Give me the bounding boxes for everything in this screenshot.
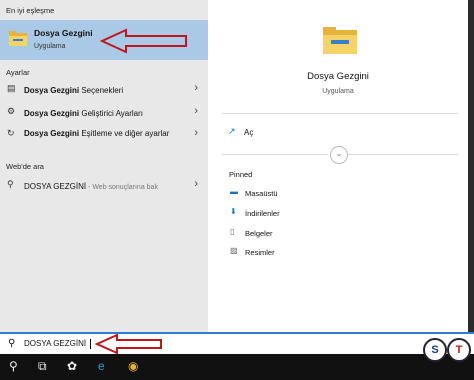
taskbar: ⚲ ⧉ ✿ e ◉ [0,354,474,380]
folder-icon [323,27,357,54]
web-search-query: DOSYA GEZGİNİ [24,182,87,191]
edge-browser-icon[interactable]: e [98,359,105,373]
open-icon: ↗ [228,126,236,136]
divider [348,154,458,155]
preview-app-subtitle: Uygulama [322,88,354,95]
divider [222,113,458,114]
search-icon: ⚲ [7,179,14,189]
search-icon: ⚲ [8,338,16,349]
chevron-right-icon: › [194,127,198,139]
app-icon[interactable]: ✿ [67,359,77,373]
settings-item-bold: Dosya Gezgini [24,86,80,95]
expand-button[interactable]: ⌄ [330,146,348,164]
pinned-item-desktop[interactable]: Masaüstü [245,189,278,198]
download-icon: ⬇ [230,207,237,216]
preview-panel: Dosya Gezgini Uygulama ↗ Aç ⌄ Pinned ▬ M… [208,0,468,332]
search-icon[interactable]: ⚲ [9,359,18,373]
sync-icon: ↻ [7,128,15,138]
pinned-heading: Pinned [229,170,253,179]
settings-item-bold: Dosya Gezgini [24,109,80,118]
search-bar[interactable]: ⚲ DOSYA GEZGİNİ [0,332,474,356]
web-search-item[interactable]: ⚲ DOSYA GEZGİNİ - Web sonuçlarına bak › [0,178,208,194]
settings-item-rest: Geliştirici Ayarları [79,109,143,118]
settings-item-bold: Dosya Gezgini [24,129,80,138]
pinned-item-documents[interactable]: Belgeler [245,229,273,238]
chrome-browser-icon[interactable]: ◉ [128,359,138,373]
search-input[interactable]: DOSYA GEZGİNİ [24,339,86,348]
logo-t-icon: T [447,338,471,362]
pinned-item-downloads[interactable]: İndirilenler [245,209,280,218]
settings-item-rest: Seçenekleri [79,86,124,95]
best-match-subtitle: Uygulama [34,43,66,50]
best-match-title: Dosya Gezgini [34,28,93,38]
web-search-heading: Web'de ara [6,162,44,171]
chevron-down-icon: ⌄ [335,149,343,158]
settings-item-rest: Eşitleme ve diğer ayarlar [79,129,170,138]
web-search-hint: - Web sonuçlarına bak [86,184,158,191]
open-action[interactable]: ↗ Aç [228,126,348,140]
settings-item-sync[interactable]: ↻ Dosya Gezgini Eşitleme ve diğer ayarla… [0,127,208,153]
document-settings-icon: ▤ [7,83,16,93]
text-cursor [90,339,91,349]
preview-app-title: Dosya Gezgini [307,71,369,82]
pictures-icon: ▨ [230,246,238,255]
settings-item-developer[interactable]: ⚙ Dosya Gezgini Geliştirici Ayarları › [0,105,208,121]
documents-icon: ▯ [230,227,235,236]
desktop-icon: ▬ [230,187,238,196]
annotation-arrow-icon [95,333,162,355]
annotation-arrow-icon [100,28,187,54]
chevron-right-icon: › [194,82,198,94]
pinned-item-pictures[interactable]: Resimler [245,248,275,257]
logo-s-icon: S [423,338,447,362]
chevron-right-icon: › [194,178,198,190]
folder-icon [9,31,27,46]
settings-heading: Ayarlar [6,68,30,77]
developer-settings-icon: ⚙ [7,106,16,116]
best-match-heading: En iyi eşleşme [6,6,55,15]
task-view-icon[interactable]: ⧉ [38,359,47,374]
divider [222,154,328,155]
panel-edge [468,0,474,332]
chevron-right-icon: › [194,105,198,117]
settings-item-options[interactable]: ▤ Dosya Gezgini Seçenekleri › [0,82,208,98]
open-label: Aç [244,128,254,137]
